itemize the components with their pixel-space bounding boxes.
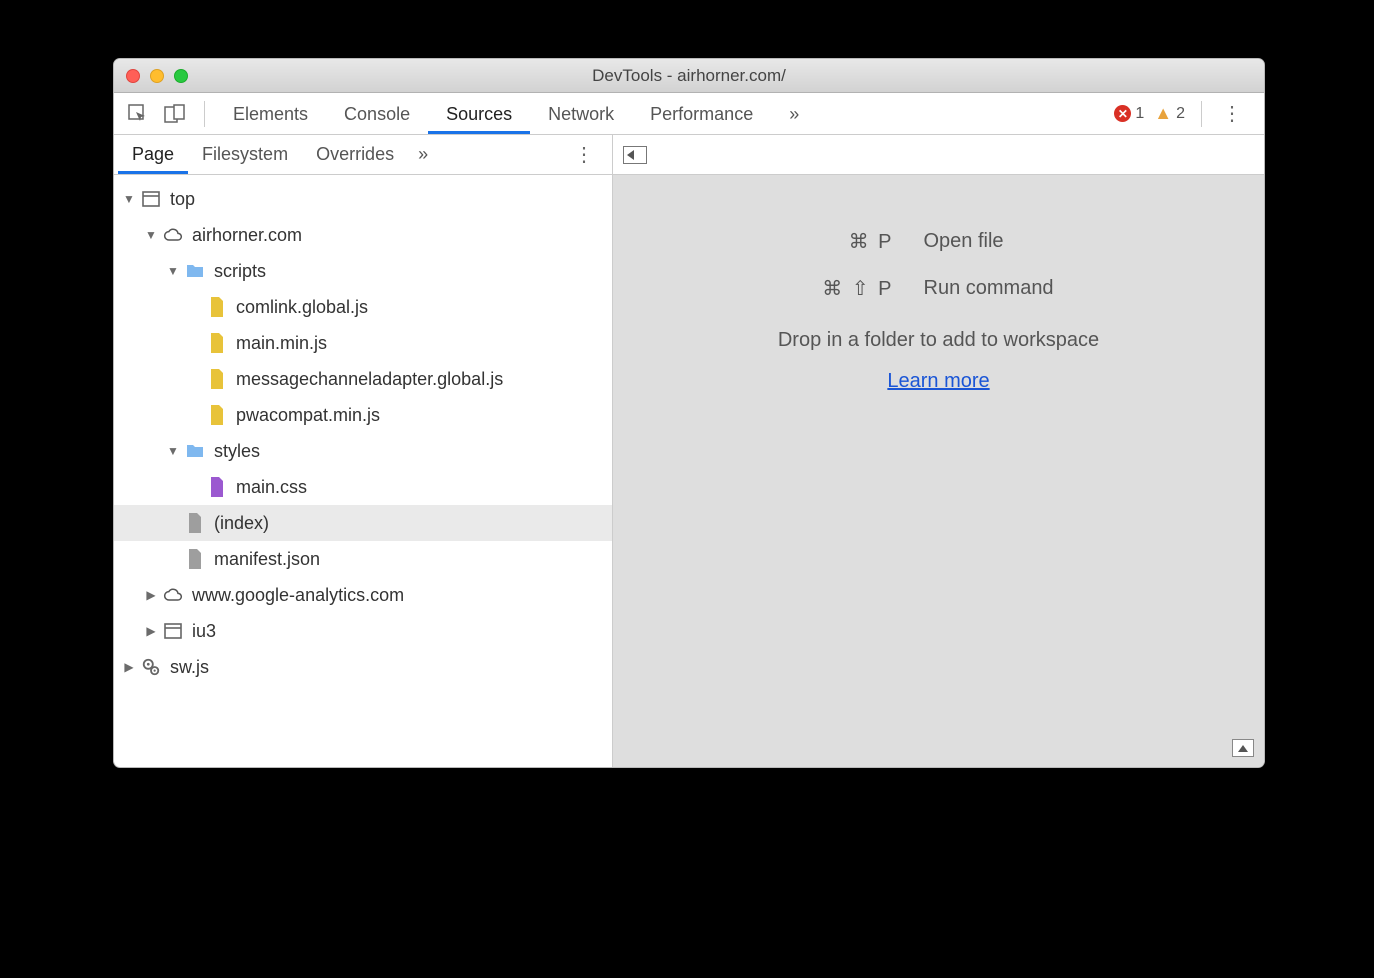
gear-icon bbox=[140, 656, 162, 678]
separator bbox=[1201, 101, 1202, 127]
navigator-menu-button[interactable]: ⋮ bbox=[560, 142, 608, 167]
settings-menu-button[interactable]: ⋮ bbox=[1212, 101, 1252, 126]
subtab-overrides[interactable]: Overrides bbox=[302, 136, 408, 173]
tree-label: iu3 bbox=[192, 621, 216, 642]
main-toolbar: Elements Console Sources Network Perform… bbox=[114, 93, 1264, 135]
file-icon bbox=[184, 512, 206, 534]
window-controls bbox=[126, 69, 188, 83]
tree-label: pwacompat.min.js bbox=[236, 405, 380, 426]
navigator-pane: Page Filesystem Overrides » ⋮ ▼ top ▼ bbox=[114, 135, 613, 767]
tree-label: manifest.json bbox=[214, 549, 320, 570]
tab-console[interactable]: Console bbox=[326, 95, 428, 133]
tab-sources[interactable]: Sources bbox=[428, 95, 530, 133]
zoom-window-button[interactable] bbox=[174, 69, 188, 83]
shortcut-keys: ⌘ P bbox=[724, 229, 924, 254]
js-file-icon bbox=[206, 404, 228, 426]
shortcut-open-file: ⌘ P Open file bbox=[724, 229, 1154, 254]
tree-domain-ga[interactable]: ▶ www.google-analytics.com bbox=[114, 577, 612, 613]
tree-file-css[interactable]: ▶ main.css bbox=[114, 469, 612, 505]
tree-label: top bbox=[170, 189, 195, 210]
chevron-left-icon bbox=[627, 150, 634, 160]
subtabs-overflow[interactable]: » bbox=[408, 138, 438, 171]
js-file-icon bbox=[206, 296, 228, 318]
shortcut-label: Run command bbox=[924, 277, 1154, 300]
tree-label: www.google-analytics.com bbox=[192, 585, 404, 606]
tree-label: scripts bbox=[214, 261, 266, 282]
chevron-up-icon bbox=[1238, 745, 1248, 752]
subtab-page[interactable]: Page bbox=[118, 136, 188, 173]
tree-label: styles bbox=[214, 441, 260, 462]
error-count-badge[interactable]: ✕ 1 bbox=[1114, 105, 1144, 123]
file-tree: ▼ top ▼ airhorner.com ▼ bbox=[114, 175, 612, 767]
toggle-navigator-button[interactable] bbox=[623, 146, 647, 164]
js-file-icon bbox=[206, 332, 228, 354]
titlebar: DevTools - airhorner.com/ bbox=[114, 59, 1264, 93]
tree-worker-sw[interactable]: ▶ sw.js bbox=[114, 649, 612, 685]
shortcut-label: Open file bbox=[924, 230, 1154, 253]
tree-frame-iu3[interactable]: ▶ iu3 bbox=[114, 613, 612, 649]
warning-count: 2 bbox=[1176, 105, 1185, 123]
learn-more-link[interactable]: Learn more bbox=[887, 370, 989, 393]
tree-file-index[interactable]: ▶ (index) bbox=[114, 505, 612, 541]
tree-file-mca[interactable]: ▶ messagechanneladapter.global.js bbox=[114, 361, 612, 397]
tree-folder-styles[interactable]: ▼ styles bbox=[114, 433, 612, 469]
css-file-icon bbox=[206, 476, 228, 498]
device-mode-icon[interactable] bbox=[156, 98, 194, 130]
tree-label: main.css bbox=[236, 477, 307, 498]
navigator-tabs: Page Filesystem Overrides » ⋮ bbox=[114, 135, 612, 175]
js-file-icon bbox=[206, 368, 228, 390]
tab-performance[interactable]: Performance bbox=[632, 95, 771, 133]
tree-file-pwa[interactable]: ▶ pwacompat.min.js bbox=[114, 397, 612, 433]
tab-elements[interactable]: Elements bbox=[215, 95, 326, 133]
workspace-drop-hint: Drop in a folder to add to workspace bbox=[778, 329, 1099, 352]
inspect-element-icon[interactable] bbox=[120, 98, 156, 130]
devtools-window: DevTools - airhorner.com/ Elements Conso… bbox=[113, 58, 1265, 768]
folder-icon bbox=[184, 440, 206, 462]
tabs-overflow[interactable]: » bbox=[771, 95, 817, 133]
error-count: 1 bbox=[1135, 105, 1144, 123]
tree-file-manifest[interactable]: ▶ manifest.json bbox=[114, 541, 612, 577]
panel-tabs: Elements Console Sources Network Perform… bbox=[215, 95, 817, 133]
tree-label: main.min.js bbox=[236, 333, 327, 354]
file-icon bbox=[184, 548, 206, 570]
frame-icon bbox=[140, 188, 162, 210]
close-window-button[interactable] bbox=[126, 69, 140, 83]
toggle-drawer-button[interactable] bbox=[1232, 739, 1254, 757]
subtab-filesystem[interactable]: Filesystem bbox=[188, 136, 302, 173]
tree-file-comlink[interactable]: ▶ comlink.global.js bbox=[114, 289, 612, 325]
editor-toolbar bbox=[613, 135, 1264, 175]
tree-domain-airhorner[interactable]: ▼ airhorner.com bbox=[114, 217, 612, 253]
editor-placeholder: ⌘ P Open file ⌘ ⇧ P Run command Drop in … bbox=[613, 175, 1264, 767]
tree-folder-scripts[interactable]: ▼ scripts bbox=[114, 253, 612, 289]
frame-icon bbox=[162, 620, 184, 642]
folder-icon bbox=[184, 260, 206, 282]
tree-label: airhorner.com bbox=[192, 225, 302, 246]
warning-count-badge[interactable]: ▲ 2 bbox=[1154, 103, 1185, 124]
tab-network[interactable]: Network bbox=[530, 95, 632, 133]
tree-file-mainjs[interactable]: ▶ main.min.js bbox=[114, 325, 612, 361]
tree-label: messagechanneladapter.global.js bbox=[236, 369, 503, 390]
panel-body: Page Filesystem Overrides » ⋮ ▼ top ▼ bbox=[114, 135, 1264, 767]
shortcut-run-command: ⌘ ⇧ P Run command bbox=[724, 276, 1154, 301]
cloud-icon bbox=[162, 584, 184, 606]
cloud-icon bbox=[162, 224, 184, 246]
separator bbox=[204, 101, 205, 127]
minimize-window-button[interactable] bbox=[150, 69, 164, 83]
window-title: DevTools - airhorner.com/ bbox=[114, 66, 1264, 86]
tree-label: sw.js bbox=[170, 657, 209, 678]
warning-icon: ▲ bbox=[1154, 103, 1172, 124]
shortcut-keys: ⌘ ⇧ P bbox=[724, 276, 924, 301]
editor-pane: ⌘ P Open file ⌘ ⇧ P Run command Drop in … bbox=[613, 135, 1264, 767]
tree-frame-top[interactable]: ▼ top bbox=[114, 181, 612, 217]
error-icon: ✕ bbox=[1114, 105, 1131, 122]
tree-label: comlink.global.js bbox=[236, 297, 368, 318]
tree-label: (index) bbox=[214, 513, 269, 534]
